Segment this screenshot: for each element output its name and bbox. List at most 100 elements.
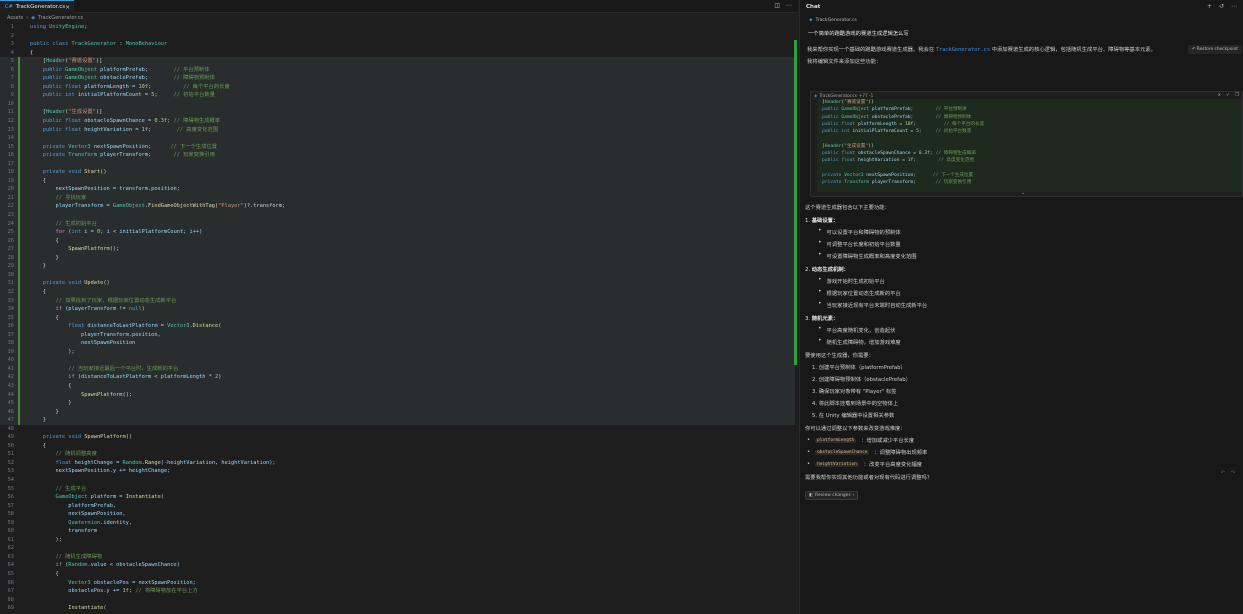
bullet-icon: • <box>807 437 811 443</box>
history-icon[interactable]: ↺ <box>1219 3 1224 10</box>
code-token: } <box>30 417 46 424</box>
line-text: } <box>30 254 59 263</box>
code-token: ; <box>913 158 939 163</box>
new-chat-icon[interactable]: + <box>1207 3 1212 10</box>
code-line: 2 <box>0 32 795 41</box>
diff-gutter <box>18 176 30 186</box>
line-number: 10 <box>7 100 14 107</box>
code-token: obstaclePrefab; <box>869 114 936 120</box>
line-text: public float heightVariation = 1f; // 高度… <box>30 126 218 135</box>
code-token: } <box>30 408 59 415</box>
code-token: null <box>128 306 142 313</box>
code-edit-block: ◈ TrackGenerator.cs +77 -1 × ✓ ❐ [Header… <box>810 91 1243 197</box>
more-actions-icon[interactable]: ⋯ <box>1231 3 1237 10</box>
line-text: public class TrackGenerator : MonoBehavi… <box>30 40 167 49</box>
diff-gutter <box>18 185 30 194</box>
redo-icon[interactable]: ↷ <box>1231 470 1235 476</box>
code-token: [ <box>30 58 46 65</box>
assistant-summary: 这个赛道生成器包含以下主要功能： 1. 基础设置： • 可以设置平台和障碍物的预制体… <box>805 203 1235 500</box>
file-link[interactable]: TrackGenerator.cs <box>936 47 990 53</box>
diff-gutter <box>18 117 30 126</box>
close-icon[interactable]: × <box>65 4 70 11</box>
code-token: "赛道设置" <box>844 100 869 105</box>
code-token: Header <box>45 58 66 65</box>
code-line: 15 private Vector3 nextSpawnPosition; //… <box>0 142 795 152</box>
restore-checkpoint-button[interactable]: ↶ Restore checkpoint <box>1187 45 1242 54</box>
code-edit-filename[interactable]: TrackGenerator.cs <box>819 93 857 98</box>
code-token: // 每个平台的长度 <box>943 121 985 127</box>
code-area[interactable]: 1 using UnityEngine; 2 3 public class TrackG… <box>0 23 795 614</box>
code-token: .value < obstacleSpawnChance) <box>87 562 180 569</box>
review-changes-button[interactable]: ◧ Review changes › <box>805 491 859 500</box>
code-line: 6 public GameObject platformPrefab; // 平… <box>0 65 795 75</box>
code-line: 4{ <box>0 49 795 58</box>
code-token: obstaclePos.y += <box>30 588 123 595</box>
code-line: 20 nextSpawnPosition = transform.positio… <box>0 185 795 194</box>
copy-icon[interactable]: ❐ <box>1235 93 1239 98</box>
section-title-colon: ： <box>832 316 839 322</box>
user-message: 一个简单的跑酷游戏的赛道生成逻辑怎么写 <box>808 31 909 37</box>
code-token: { <box>30 314 59 321</box>
section-title: 3. 随机元素： <box>805 314 1235 322</box>
more-actions-icon[interactable]: ⋯ <box>786 2 792 9</box>
diff-gutter <box>18 450 30 459</box>
line-number: 39 <box>7 348 14 355</box>
code-token: TrackGenerator <box>71 41 117 48</box>
bullet-icon: • <box>818 251 822 258</box>
code-token: { <box>30 49 34 56</box>
param-name: heightVariation <box>815 461 859 467</box>
code-token: // 障碍物预制体 <box>173 75 215 82</box>
breadcrumb: Assets › ◈ TrackGenerator.cs <box>0 13 798 22</box>
bullet-icon: • <box>818 300 822 307</box>
code-token: private <box>822 172 845 178</box>
list-item: • 平台高度随机变化，创造起伏 <box>818 325 1235 335</box>
code-token: 10f <box>138 83 149 90</box>
undo-icon[interactable]: ↶ <box>1221 470 1225 476</box>
list-item-text: 游戏开始时生成初始平台 <box>826 279 885 285</box>
diff-gutter <box>18 322 30 331</box>
context-attachment[interactable]: ◈ TrackGenerator.cs <box>809 18 1243 23</box>
code-token: // 初始平台数量 <box>173 92 215 99</box>
diff-gutter <box>18 373 30 382</box>
line-text: Quaternion.identity, <box>30 519 132 528</box>
diff-gutter <box>18 279 30 288</box>
code-token: (distanceToLastPlatform < platformLength… <box>77 374 215 381</box>
line-number: 37 <box>7 331 14 338</box>
breadcrumb-item-file[interactable]: TrackGenerator.cs <box>38 15 83 21</box>
usage-step: 5. 在 Unity 编辑器中设置相关参数 <box>812 413 895 419</box>
assistant-intro-2: 我将编辑文件来添加这些功能： <box>807 59 882 65</box>
line-text: public float platformLength = 10f; // 每个… <box>30 83 230 92</box>
diff-gutter <box>18 433 30 442</box>
line-number: 47 <box>7 417 14 424</box>
accept-icon[interactable]: ✓ <box>1226 93 1230 98</box>
line-text: } <box>30 408 59 417</box>
line-number: 57 <box>7 502 14 509</box>
code-line: 29 } <box>0 262 795 271</box>
code-line: 19 { <box>0 176 795 186</box>
diff-gutter <box>18 228 30 237</box>
code-token: distanceToLastPlatform = <box>87 323 168 330</box>
code-token: )] <box>95 109 103 116</box>
close-icon[interactable]: × <box>1217 93 1221 98</box>
line-number: 8 <box>10 83 14 90</box>
split-editor-icon[interactable]: ◫ <box>774 2 780 9</box>
diff-gutter <box>18 125 30 135</box>
tab-trackgenerator[interactable]: C# TrackGenerator.cs × <box>0 0 74 13</box>
diff-gutter <box>18 193 30 203</box>
chevron-down-icon[interactable]: ⌄ <box>1021 190 1025 196</box>
code-token: // 高度变化范围 <box>176 126 219 133</box>
csharp-file-icon: ◈ <box>814 93 818 98</box>
line-text: SpawnPlatform(); <box>30 391 132 400</box>
code-line: 34 if (playerTransform != null) <box>0 305 795 314</box>
summary-intro: 这个赛道生成器包含以下主要功能： <box>805 205 890 211</box>
line-text: // 如果找到了玩家，根据玩家位置动态生成新平台 <box>30 297 177 306</box>
code-token: // 当玩家接近最后一个平台时，生成新的平台 <box>30 365 179 372</box>
line-text: public GameObject obstaclePrefab; // 障碍物… <box>30 74 215 83</box>
section-title-colon: ： <box>832 218 839 224</box>
diff-gutter <box>18 339 30 348</box>
breadcrumb-item-assets[interactable]: Assets <box>7 15 23 21</box>
bullet-icon: • <box>818 325 822 332</box>
code-token: // 下一个生成位置 <box>932 172 974 178</box>
code-token: SpawnPlatform <box>81 391 123 398</box>
code-token: Transform <box>844 179 870 185</box>
